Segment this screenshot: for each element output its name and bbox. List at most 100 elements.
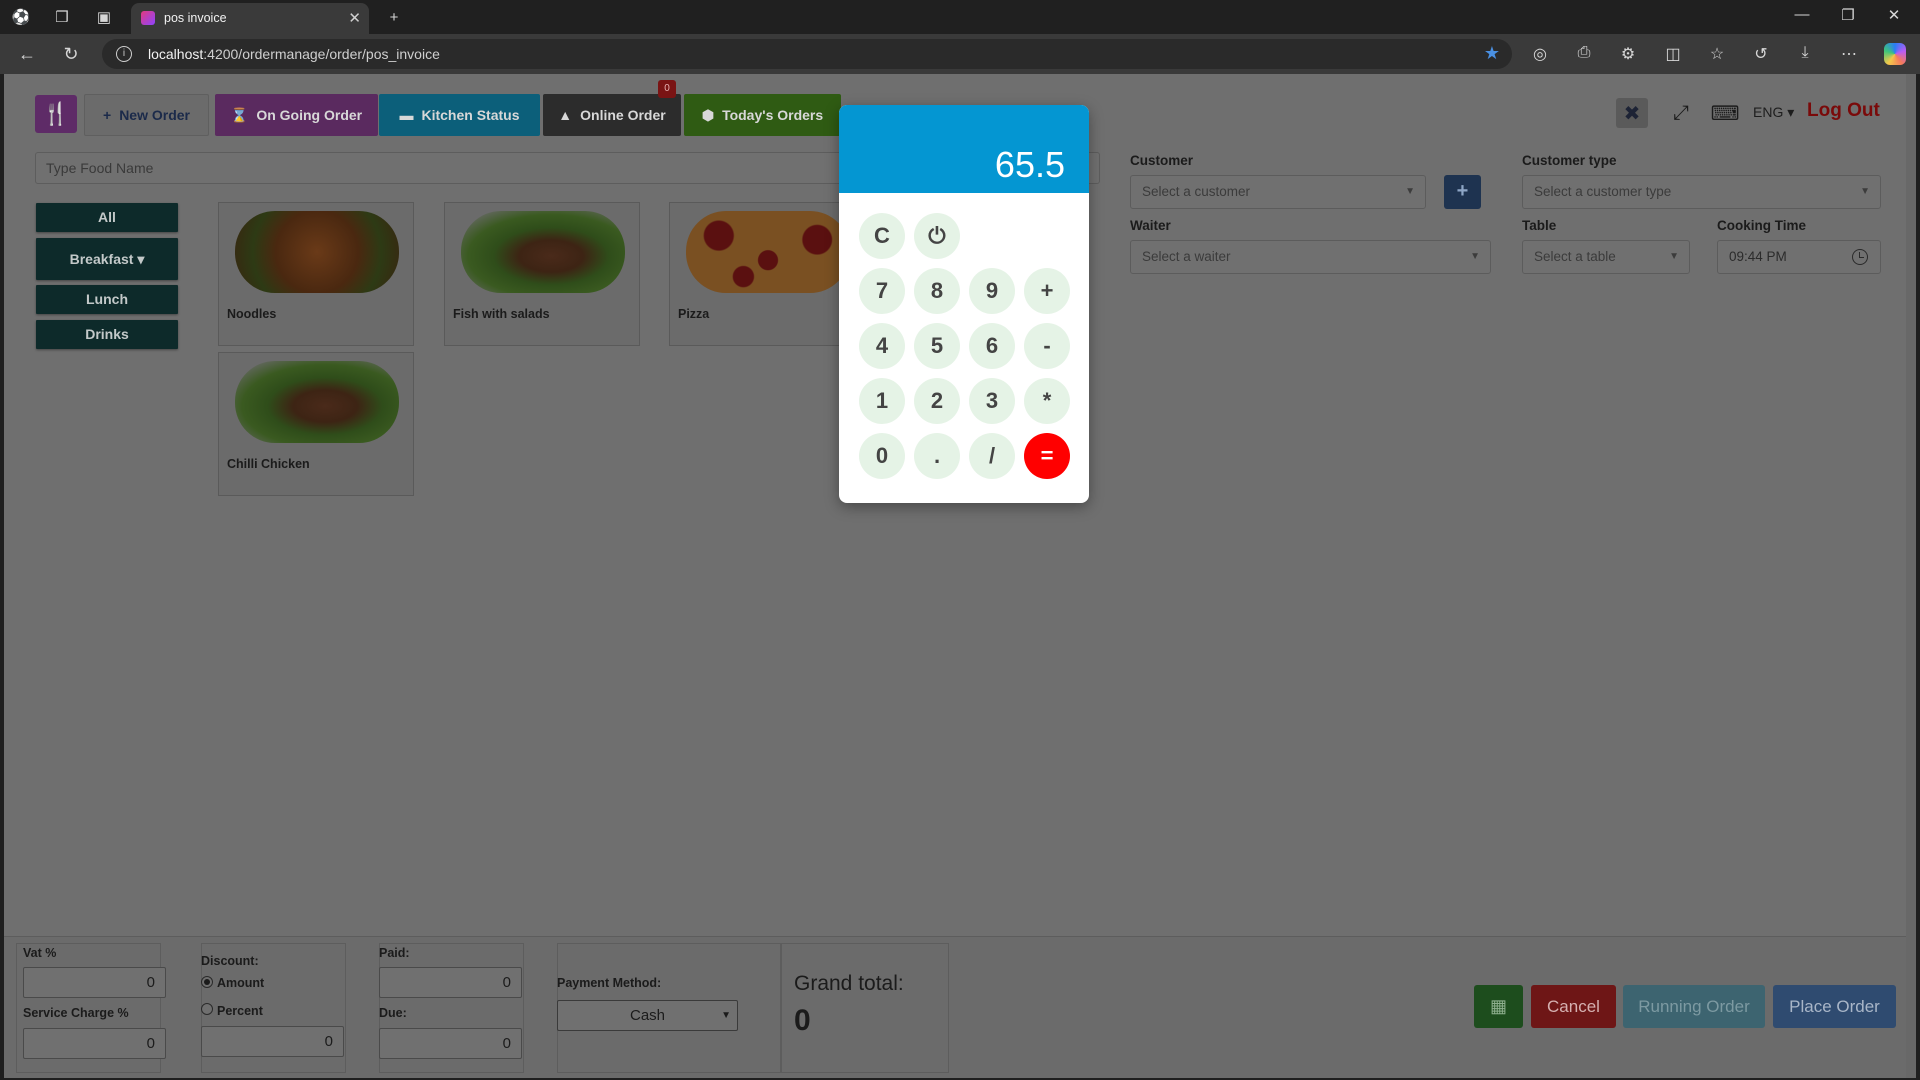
logout-link[interactable]: Log Out xyxy=(1807,100,1880,122)
back-icon[interactable]: ← xyxy=(16,44,38,65)
food-item-card[interactable]: Chilli Chicken xyxy=(218,352,414,496)
keyboard-icon[interactable]: ⌨ xyxy=(1709,98,1741,128)
category-breakfast[interactable]: Breakfast ▾ xyxy=(36,238,178,280)
site-info-icon[interactable]: i xyxy=(116,46,132,62)
extensions-icon[interactable]: ⚙ xyxy=(1617,44,1639,64)
browser-tab-bar: ⚽ ❒ ▣ pos invoice ✕ + — ❐ ✕ xyxy=(0,0,1920,34)
favorites-icon[interactable]: ☆ xyxy=(1706,44,1728,64)
history-icon[interactable]: ↺ xyxy=(1750,44,1772,64)
url-host: localhost xyxy=(148,46,204,62)
customer-select[interactable]: Select a customer ▼ xyxy=(1130,175,1426,209)
clock-icon[interactable] xyxy=(1852,249,1868,265)
close-tab-icon[interactable]: ✕ xyxy=(348,9,361,27)
calc-key-5[interactable]: 5 xyxy=(914,323,960,369)
calculator-button[interactable]: ▦ xyxy=(1474,985,1523,1028)
customer-type-select[interactable]: Select a customer type ▼ xyxy=(1522,175,1881,209)
profile-icon[interactable]: ⚽ xyxy=(11,7,31,27)
downloads-icon[interactable]: ⤓ xyxy=(1794,44,1816,62)
kitchen-status-button[interactable]: ▬ Kitchen Status xyxy=(379,94,540,136)
reload-icon[interactable]: ↻ xyxy=(60,44,82,65)
calc-power-icon[interactable]: ⏻ xyxy=(914,213,960,259)
cancel-button[interactable]: Cancel xyxy=(1531,985,1616,1028)
table-select-placeholder: Select a table xyxy=(1534,249,1616,264)
calc-key-multiply[interactable]: * xyxy=(1024,378,1070,424)
cooking-time-label: Cooking Time xyxy=(1717,218,1807,233)
browser-tab[interactable]: pos invoice ✕ xyxy=(131,3,369,34)
calc-key-plus[interactable]: + xyxy=(1024,268,1070,314)
chevron-down-icon: ▼ xyxy=(1470,251,1480,262)
paid-input[interactable]: 0 xyxy=(379,967,522,998)
calc-key-equals[interactable]: = xyxy=(1024,433,1070,479)
cooking-time-input[interactable]: 09:44 PM xyxy=(1717,240,1881,274)
calc-key-3[interactable]: 3 xyxy=(969,378,1015,424)
calc-key-1[interactable]: 1 xyxy=(859,378,905,424)
workspaces-icon[interactable]: ❒ xyxy=(52,7,72,27)
customer-label: Customer xyxy=(1130,153,1194,168)
amount-radio[interactable] xyxy=(201,976,213,988)
copilot-icon[interactable] xyxy=(1884,43,1906,65)
extension-printer-icon[interactable]: ⎙ xyxy=(1573,44,1595,62)
food-item-card[interactable]: Fish with salads xyxy=(444,202,640,346)
close-window-icon[interactable]: ✖ xyxy=(1616,98,1648,128)
shopping-bag-icon: ▲ xyxy=(558,107,573,123)
calc-key-6[interactable]: 6 xyxy=(969,323,1015,369)
tab-actions-icon[interactable]: ▣ xyxy=(94,7,114,27)
split-screen-icon[interactable]: ◫ xyxy=(1662,44,1684,64)
page-scrollbar[interactable] xyxy=(1906,74,1916,1078)
category-drinks[interactable]: Drinks xyxy=(36,320,178,349)
chevron-down-icon: ▼ xyxy=(721,1010,731,1021)
new-tab-icon[interactable]: + xyxy=(384,7,404,27)
window-close-icon[interactable]: ✕ xyxy=(1879,6,1909,24)
new-order-button[interactable]: + New Order xyxy=(84,94,209,136)
calc-key-7[interactable]: 7 xyxy=(859,268,905,314)
waiter-select[interactable]: Select a waiter ▼ xyxy=(1130,240,1491,274)
service-charge-input[interactable]: 0 xyxy=(23,1028,166,1059)
todays-orders-button[interactable]: ⬢ Today's Orders xyxy=(684,94,841,136)
category-lunch[interactable]: Lunch xyxy=(36,285,178,314)
food-item-card[interactable]: Noodles xyxy=(218,202,414,346)
calc-key-2[interactable]: 2 xyxy=(914,378,960,424)
fullscreen-icon[interactable]: ⤢ xyxy=(1665,98,1697,128)
payment-method-label: Payment Method: xyxy=(557,976,662,990)
kitchen-icon: ▬ xyxy=(399,107,414,123)
waiter-label: Waiter xyxy=(1130,218,1171,233)
calc-key-divide[interactable]: / xyxy=(969,433,1015,479)
extension-glasses-icon[interactable]: ◎ xyxy=(1529,44,1551,64)
ongoing-order-button[interactable]: ⌛ On Going Order xyxy=(215,94,378,136)
calc-key-clear[interactable]: C xyxy=(859,213,905,259)
vat-input[interactable]: 0 xyxy=(23,967,166,998)
restore-icon[interactable]: ❐ xyxy=(1833,6,1863,24)
calc-key-minus[interactable]: - xyxy=(1024,323,1070,369)
calc-key-0[interactable]: 0 xyxy=(859,433,905,479)
language-selector[interactable]: ENG ▾ xyxy=(1753,104,1794,121)
plus-icon: + xyxy=(103,107,112,123)
due-label: Due: xyxy=(379,1006,407,1020)
hourglass-icon: ⌛ xyxy=(230,106,249,123)
calc-key-8[interactable]: 8 xyxy=(914,268,960,314)
calc-key-decimal[interactable]: . xyxy=(914,433,960,479)
favorite-star-icon[interactable]: ★ xyxy=(1484,43,1500,64)
percent-radio[interactable] xyxy=(201,1003,213,1015)
discount-input[interactable]: 0 xyxy=(201,1026,344,1057)
calc-key-9[interactable]: 9 xyxy=(969,268,1015,314)
minimize-icon[interactable]: — xyxy=(1787,6,1817,23)
table-select[interactable]: Select a table ▼ xyxy=(1522,240,1690,274)
online-order-label: Online Order xyxy=(580,107,666,123)
food-item-name: Noodles xyxy=(227,307,277,321)
address-bar: ← ↻ i localhost:4200/ordermanage/order/p… xyxy=(0,34,1920,74)
place-order-button[interactable]: Place Order xyxy=(1773,985,1896,1028)
table-label: Table xyxy=(1522,218,1557,233)
url-field[interactable]: i localhost:4200/ordermanage/order/pos_i… xyxy=(102,39,1512,69)
online-order-button[interactable]: ▲ Online Order xyxy=(543,94,681,136)
calculator-modal: 65.5 C ⏻ 7 8 9 + 4 5 6 - 1 2 3 * 0 . / = xyxy=(839,105,1089,503)
running-order-button[interactable]: Running Order xyxy=(1623,985,1765,1028)
calc-key-4[interactable]: 4 xyxy=(859,323,905,369)
category-all[interactable]: All xyxy=(36,203,178,232)
food-item-card[interactable]: Pizza xyxy=(669,202,865,346)
add-customer-button[interactable]: + xyxy=(1444,175,1481,209)
due-input[interactable]: 0 xyxy=(379,1028,522,1059)
more-menu-icon[interactable]: ⋯ xyxy=(1838,44,1860,64)
restaurant-logo-icon[interactable]: 🍴 xyxy=(35,95,77,133)
payment-method-select[interactable]: Cash ▼ xyxy=(557,1000,738,1031)
service-charge-label: Service Charge % xyxy=(23,1006,129,1020)
